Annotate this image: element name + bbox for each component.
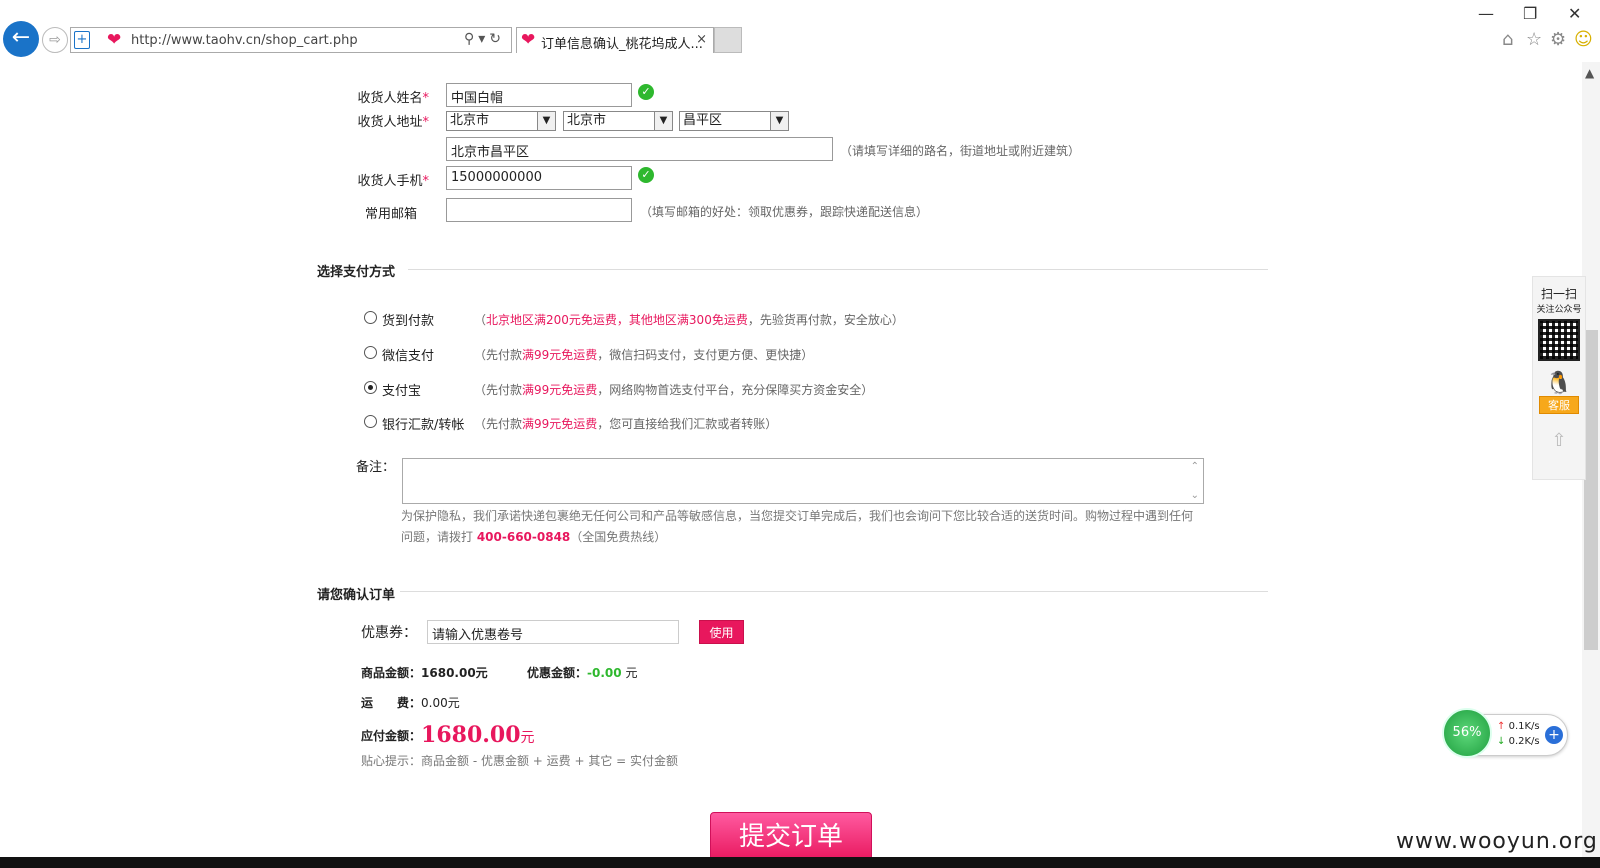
plus-icon[interactable]: + [1545, 726, 1563, 744]
coupon-input[interactable]: 请输入优惠卷号 [427, 620, 679, 644]
address-hint: （请填写详细的路名，街道地址或附近建筑） [840, 144, 1081, 158]
payment-option-name[interactable]: 微信支付 [382, 345, 434, 364]
settings-gear-icon[interactable]: ⚙ [1550, 29, 1566, 50]
scan-label: 扫一扫 [1540, 287, 1577, 301]
customer-service-button[interactable]: 客服 [1539, 396, 1579, 414]
site-favicon-icon: ❤ [107, 30, 122, 50]
city-select[interactable]: 北京市 ▼ [563, 111, 673, 131]
upload-rate: ↑ 0.1K/s [1497, 721, 1540, 732]
watermark: www.wooyun.org [1396, 829, 1598, 854]
memory-percent-ball[interactable]: 56% [1442, 708, 1492, 758]
section-divider [408, 269, 1268, 270]
email-input[interactable] [446, 198, 632, 222]
smiley-feedback-icon[interactable]: ☺ [1574, 29, 1593, 50]
payment-radio[interactable] [364, 346, 377, 359]
order-section-title: 请您确认订单 [317, 588, 396, 603]
download-rate: ↓ 0.2K/s [1497, 736, 1540, 747]
phone-valid-check-icon: ✓ [638, 167, 654, 183]
payment-option-desc: （先付款满99元免运费，网络购物首选支付平台，充分保障买方资金安全） [474, 383, 874, 397]
tab-close-icon[interactable]: × [696, 32, 707, 47]
search-refresh-icons[interactable]: ⚲▾↻ [464, 31, 505, 47]
province-select[interactable]: 北京市 ▼ [446, 111, 556, 131]
payment-option-name[interactable]: 支付宝 [382, 380, 421, 399]
remark-textarea[interactable]: ⌃ ⌄ [402, 458, 1204, 504]
section-divider [400, 591, 1268, 592]
payable-amount: 应付金额：1680.00元 [361, 722, 535, 748]
amount-tip: 贴心提示：商品金额 - 优惠金额 + 运费 + 其它 = 实付金额 [361, 754, 679, 768]
scroll-up-arrow-icon[interactable]: ▲ [1585, 66, 1594, 80]
address-detail-input[interactable]: 北京市昌平区 [446, 137, 833, 161]
back-to-top-icon[interactable]: ⇧ [1533, 430, 1585, 451]
email-hint: （填写邮箱的好处：领取优惠券，跟踪快递配送信息） [640, 205, 929, 219]
coupon-label: 优惠券： [361, 625, 417, 641]
payment-option-name[interactable]: 货到付款 [382, 310, 434, 329]
privacy-note: 为保护隐私，我们承诺快递包裹绝无任何公司和产品等敏感信息，当您提交订单完成后，我… [401, 509, 1194, 544]
receiver-phone-label: 收货人手机* [357, 174, 429, 189]
restore-icon[interactable]: ❐ [1523, 4, 1537, 23]
tab-favicon-icon: ❤ [521, 30, 536, 50]
discount-amount: 优惠金额：-0.00 元 [527, 666, 638, 680]
payment-option-desc: （先付款满99元免运费，您可直接给我们汇款或者转账） [474, 417, 778, 431]
submit-order-button[interactable]: 提交订单 [710, 812, 872, 862]
shield-icon[interactable]: + [74, 31, 90, 49]
back-button[interactable]: ← [3, 21, 39, 57]
floating-side-panel: 扫一扫 关注公众号 🐧 客服 ⇧ [1532, 276, 1586, 480]
textarea-scroll-up-icon[interactable]: ⌃ [1191, 461, 1199, 472]
receiver-phone-input[interactable]: 15000000000 [446, 166, 632, 190]
tab-title: 订单信息确认_桃花坞成人... [541, 37, 703, 52]
goods-amount: 商品金额：1680.00元 [361, 666, 488, 680]
payment-radio[interactable] [364, 311, 377, 324]
follow-label: 关注公众号 [1536, 305, 1582, 315]
hotline-number[interactable]: 400-660-0848 [477, 530, 570, 544]
remark-label: 备注： [355, 460, 395, 475]
payment-radio[interactable] [364, 381, 377, 394]
chevron-down-icon: ▼ [770, 112, 788, 130]
textarea-scroll-down-icon[interactable]: ⌄ [1191, 490, 1199, 501]
payment-radio[interactable] [364, 415, 377, 428]
payment-section-title: 选择支付方式 [317, 265, 396, 280]
url-text[interactable]: http://www.taohv.cn/shop_cart.php [131, 33, 358, 48]
shipping-fee: 运 费：0.00元 [361, 696, 460, 710]
qq-penguin-icon[interactable]: 🐧 [1533, 371, 1585, 396]
minimize-icon[interactable]: — [1478, 4, 1494, 23]
district-select[interactable]: 昌平区 ▼ [679, 111, 789, 131]
browser-tab[interactable]: ❤ 订单信息确认_桃花坞成人... × [516, 27, 714, 53]
payment-option-desc: （北京地区满200元免运费，其他地区满300免运费，先验货再付款，安全放心） [474, 313, 904, 327]
payment-option-name[interactable]: 银行汇款/转帐 [382, 414, 464, 433]
qr-code-icon [1538, 319, 1580, 361]
receiver-name-label: 收货人姓名* [357, 91, 429, 106]
email-label: 常用邮箱 [364, 207, 417, 222]
forward-button[interactable]: ⇨ [42, 27, 68, 53]
payment-option-desc: （先付款满99元免运费，微信扫码支付，支付更方便、更快捷） [474, 348, 814, 362]
taskbar [0, 857, 1600, 868]
browser-toolbar: ← ⇨ + ❤ http://www.taohv.cn/shop_cart.ph… [0, 0, 1600, 62]
chevron-down-icon: ▼ [654, 112, 672, 130]
receiver-address-label: 收货人地址* [357, 115, 429, 130]
name-valid-check-icon: ✓ [638, 84, 654, 100]
chevron-down-icon: ▼ [537, 112, 555, 130]
new-tab-button[interactable] [714, 27, 742, 53]
use-coupon-button[interactable]: 使用 [699, 620, 744, 644]
favorites-star-icon[interactable]: ☆ [1526, 29, 1542, 50]
scrollbar-thumb[interactable] [1584, 330, 1598, 650]
close-window-icon[interactable]: ✕ [1568, 4, 1581, 23]
home-icon[interactable]: ⌂ [1502, 29, 1513, 50]
address-bar[interactable]: + ❤ http://www.taohv.cn/shop_cart.php ⚲▾… [70, 27, 512, 53]
receiver-name-input[interactable]: 中国白帽 [446, 83, 632, 107]
